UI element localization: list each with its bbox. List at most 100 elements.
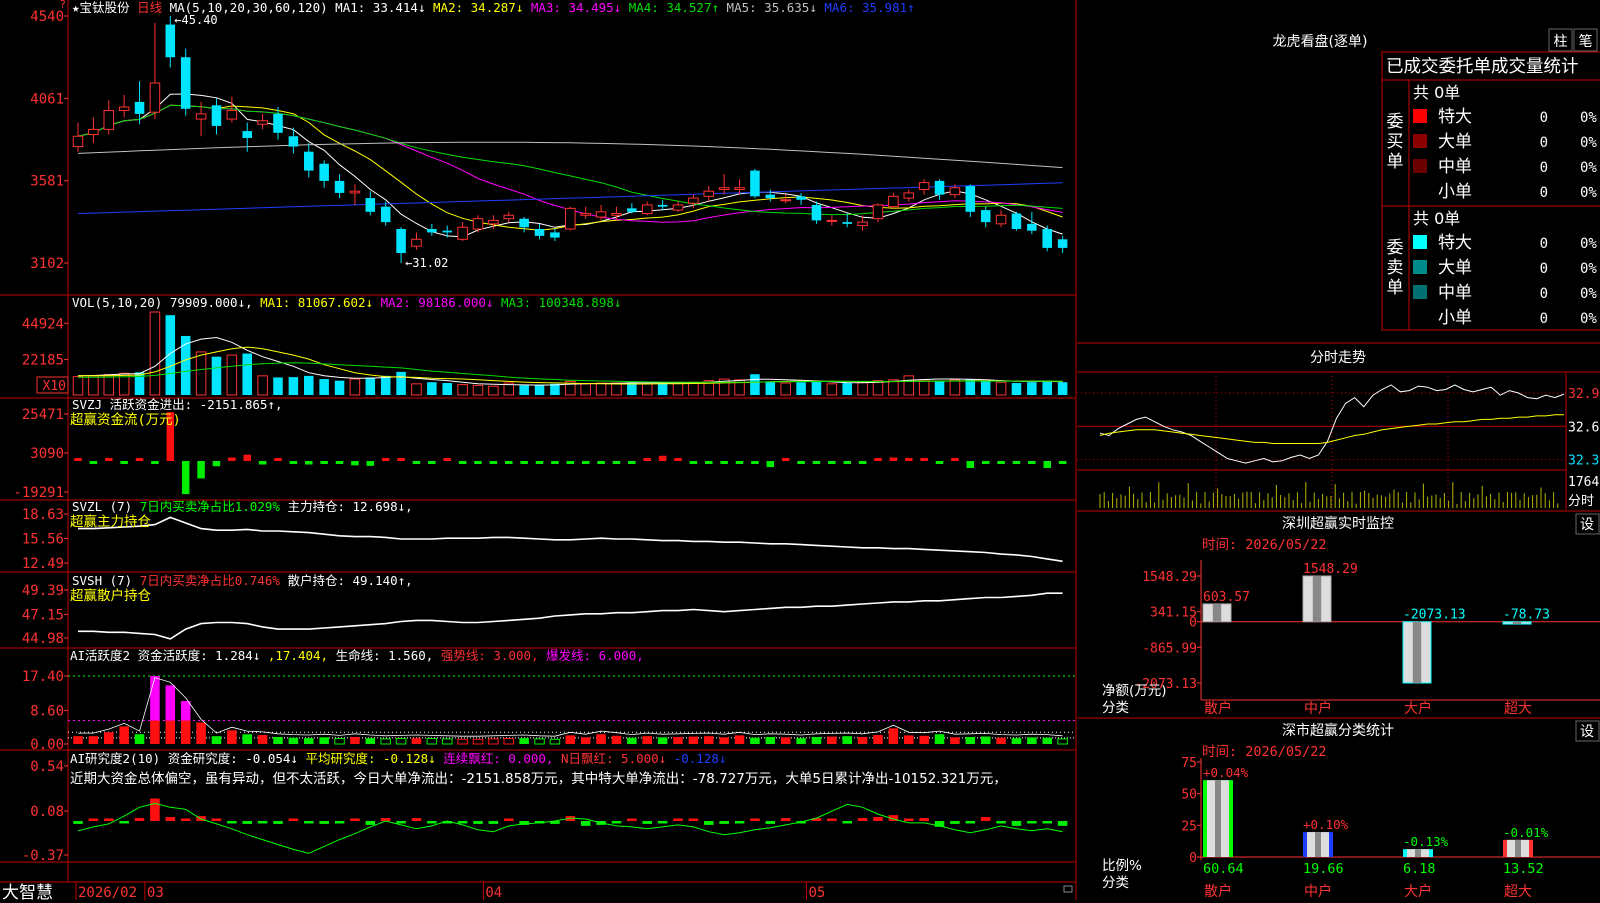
candle-down	[796, 196, 806, 200]
candle-down	[980, 210, 991, 223]
svzj-flow-bar	[935, 461, 944, 464]
price-header: ★宝钛股份 日线 MA(5,10,20,30,60,120) MA1: 33.4…	[72, 0, 915, 15]
svzj-flow-bar	[535, 461, 544, 464]
monitor-value-label: -2073.13	[1403, 608, 1466, 623]
ai-bar	[88, 736, 99, 744]
tick-mode-button-label[interactable]: 笔	[1579, 34, 1593, 50]
svzj-header: SVZJ 活跃资金进出: -2151.865↑,	[72, 397, 282, 412]
candle-up	[611, 213, 622, 216]
sell-row-pct: 0%	[1580, 261, 1597, 277]
classify-settings-label[interactable]: 设	[1580, 724, 1594, 740]
date-label: 2026/02	[78, 885, 137, 900]
vol-bar-down	[380, 375, 391, 395]
price-y-label: 3581	[30, 174, 64, 190]
candle-up	[903, 192, 915, 199]
ai-bar	[919, 735, 929, 744]
vol-bar-down	[396, 371, 406, 395]
research-bar	[104, 818, 114, 821]
svzj-flow-bar	[105, 458, 113, 461]
svzj-header-part: SVZJ	[72, 397, 110, 412]
research-bar	[780, 818, 791, 821]
research-y-label: 0.54	[30, 759, 64, 775]
vol-bar-up	[72, 376, 84, 396]
svzj-flow-bar	[612, 461, 621, 464]
ai-header-part: 爆发线: 6.000,	[546, 648, 644, 663]
monitor-y-label: 0	[1189, 616, 1197, 631]
research-header-part: 连续飘红: 0.000,	[443, 751, 561, 766]
candle-up	[595, 211, 607, 218]
price-header-part: MA2: 34.287↓	[433, 0, 531, 15]
ai-bar	[811, 736, 822, 744]
svzl-y-label: 12.49	[22, 556, 64, 572]
ai-bar	[857, 736, 868, 744]
monitor-settings-label[interactable]: 设	[1580, 517, 1594, 533]
research-bar	[319, 820, 329, 824]
sell-swatch	[1413, 285, 1427, 299]
research-bar	[1027, 820, 1037, 824]
svzj-flow-bar	[181, 461, 190, 495]
vol-bar-down	[980, 380, 991, 395]
ai-bar	[965, 736, 976, 744]
vol-bar-up	[226, 354, 238, 396]
research-bar	[88, 818, 99, 821]
candle-up	[688, 197, 699, 204]
research-bar	[504, 818, 514, 821]
vol-bar-down	[288, 377, 299, 395]
vol-bar-down	[750, 374, 760, 395]
candle-up	[826, 219, 838, 222]
ai-bar	[288, 737, 299, 744]
svzj-y-label: 3090	[30, 446, 64, 462]
ai-bar	[211, 736, 222, 744]
svzj-flow-bar	[843, 461, 851, 464]
buy-side-2: 买	[1387, 132, 1404, 152]
candle-up	[734, 187, 745, 190]
svsh-y-label: 44.98	[22, 631, 64, 647]
research-bar	[134, 818, 145, 821]
ai-bar	[750, 737, 760, 744]
svzj-flow-bar	[689, 461, 698, 464]
intraday-vol-label: 1764	[1568, 475, 1599, 490]
candle-down	[211, 105, 222, 126]
buy-swatch	[1413, 159, 1427, 173]
vol-y-label: 22185	[22, 353, 64, 369]
research-bar	[996, 820, 1006, 824]
ai-bar	[580, 737, 591, 744]
date-label: 04	[485, 885, 502, 900]
classify-value-label: 6.18	[1403, 861, 1436, 877]
ai-bar	[273, 736, 283, 744]
candle-down	[550, 232, 560, 238]
candle-down	[273, 113, 283, 133]
vol-bar-down	[1027, 382, 1037, 395]
classify-y-label: 75	[1181, 756, 1197, 771]
bar-mode-button-label[interactable]: 柱	[1554, 34, 1568, 50]
date-label: 03	[147, 885, 164, 900]
monitor-category: 中户	[1304, 700, 1332, 717]
intraday-y-label: 32.39	[1568, 454, 1600, 469]
svzj-flow-bar	[705, 461, 713, 464]
candle-up	[103, 109, 115, 130]
research-bar	[150, 798, 160, 821]
ai-burst-bar	[180, 701, 191, 721]
candle-up	[88, 128, 99, 136]
buy-row-count: 0	[1540, 110, 1548, 126]
candle-down	[750, 170, 760, 197]
classify-category: 超大	[1504, 884, 1532, 900]
research-bar	[950, 820, 960, 824]
ai-strong-bar	[196, 722, 206, 744]
svzj-header-part: 活跃资金进出: -2151.865↑,	[110, 397, 283, 412]
classify-y-label: 50	[1181, 788, 1197, 803]
candle-up	[349, 190, 361, 194]
classify-cat-label: 分类	[1102, 875, 1129, 891]
svzj-flow-bar	[858, 461, 867, 464]
research-bar	[242, 820, 252, 824]
research-bar	[488, 820, 499, 824]
svzl-header-part: 7日内买卖净占比1.029%	[140, 499, 288, 514]
research-header-part: -0.128↓	[674, 751, 727, 766]
ai-bar	[796, 738, 806, 744]
research-bar	[473, 820, 483, 824]
ai-y-label: 8.60	[30, 703, 64, 719]
svsh-header-part: 7日内买卖净占比0.746%	[140, 573, 288, 588]
ai-bar	[780, 737, 791, 744]
vol-bar-down	[442, 383, 452, 395]
svzj-y-label: -19291	[13, 485, 64, 501]
